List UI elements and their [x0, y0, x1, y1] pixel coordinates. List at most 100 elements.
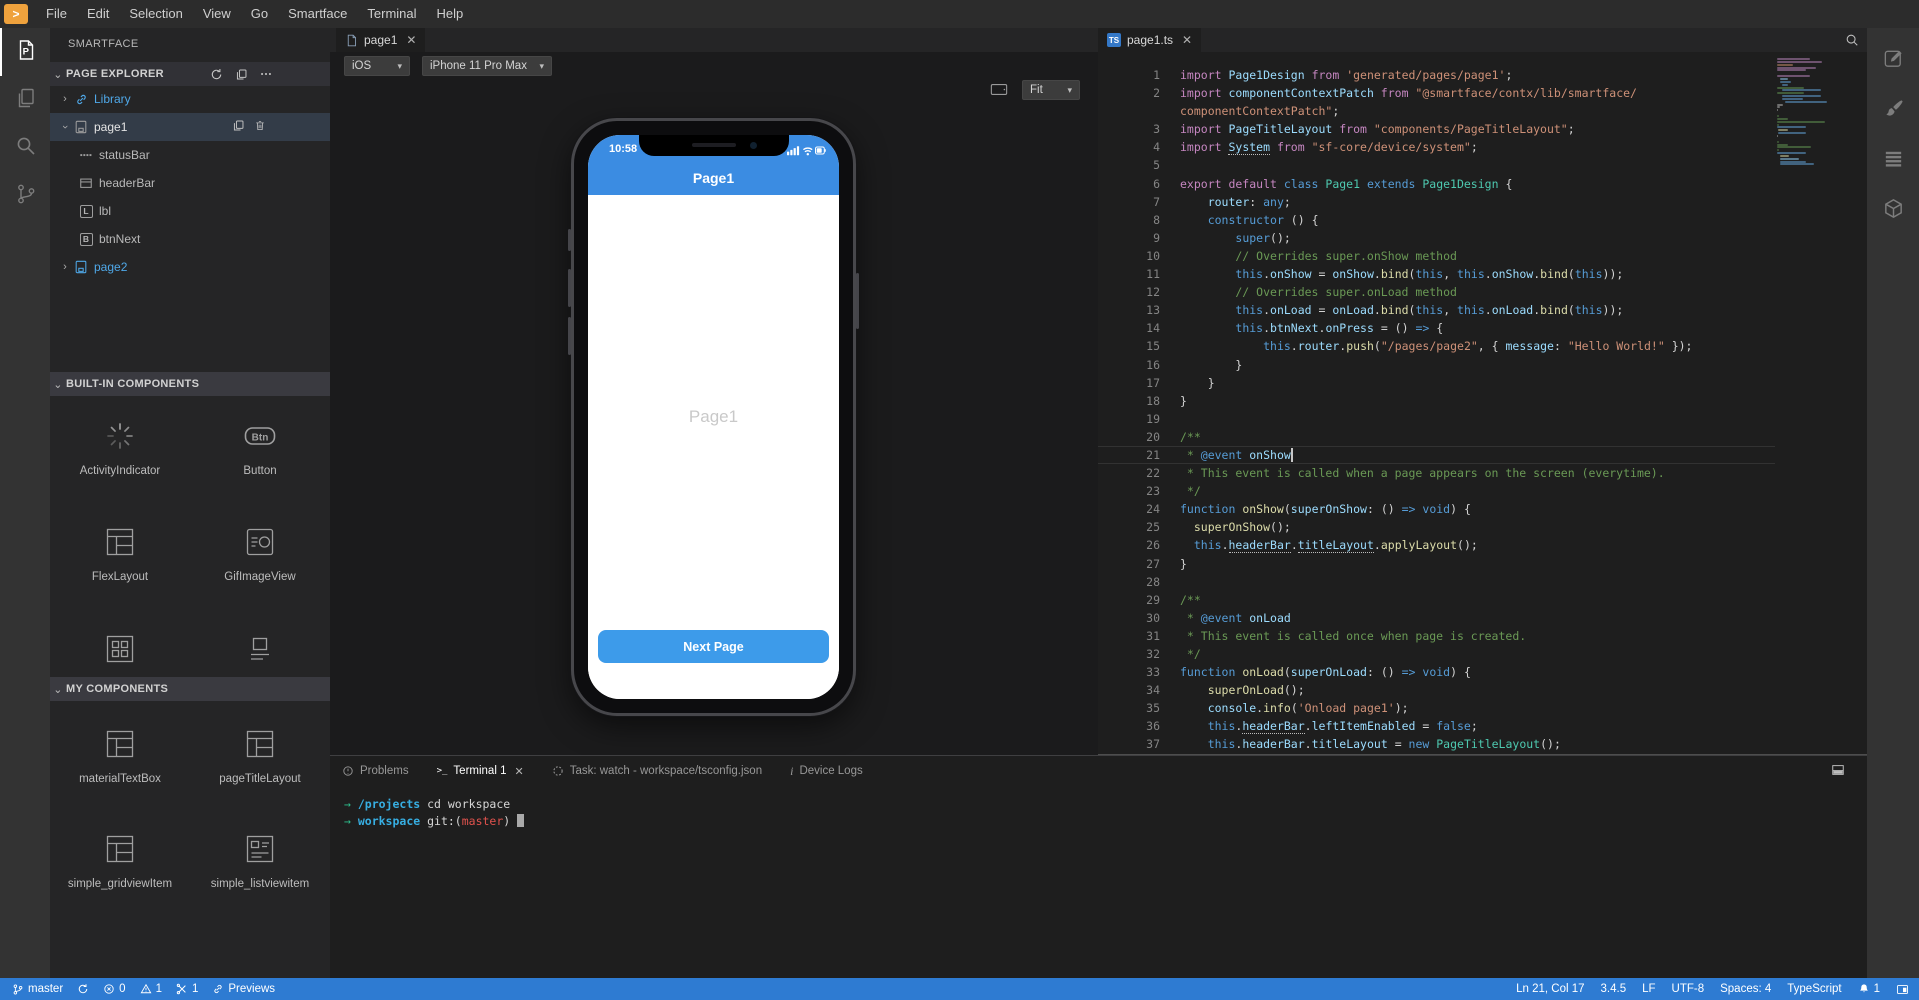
open-preview-icon[interactable] [1845, 33, 1859, 47]
page-explorer-header[interactable]: ⌄ PAGE EXPLORER [50, 62, 330, 86]
line-content: this.onShow = onShow.bind(this, this.onS… [1235, 267, 1624, 282]
component-simple_listviewitem[interactable]: simple_listviewitem [190, 832, 330, 890]
status-warnings[interactable]: 1 [140, 983, 162, 995]
duplicate-icon[interactable] [233, 66, 249, 82]
close-icon[interactable]: ✕ [1182, 33, 1192, 47]
component-pageTitleLayout[interactable]: pageTitleLayout [190, 727, 330, 785]
tree-item-Library[interactable]: › Library [50, 85, 330, 113]
panel-tab-device-logs[interactable]: i Device Logs [790, 764, 863, 779]
duplicate-icon[interactable] [232, 119, 245, 135]
menu-smartface[interactable]: Smartface [278, 0, 357, 28]
chevron-collapsed-icon[interactable]: › [58, 93, 72, 105]
status-screen-share[interactable] [1896, 983, 1909, 996]
panel-layout-icon[interactable] [1831, 763, 1845, 777]
tree-item-page2[interactable]: › page2 [50, 253, 330, 281]
menu-edit[interactable]: Edit [77, 0, 119, 28]
tab-page1[interactable]: page1 ✕ [336, 28, 426, 52]
chevron-down-icon: ▾ [397, 60, 402, 71]
activity-item-pages[interactable] [0, 76, 50, 124]
status-errors[interactable]: 0 [103, 983, 126, 995]
editor-tabstrip: TS page1.ts ✕ [1098, 28, 1867, 52]
component-materialTextBox[interactable]: materialTextBox [50, 727, 190, 785]
close-icon[interactable]: ✕ [514, 765, 523, 778]
component-grid[interactable] [50, 632, 190, 669]
component-ActivityIndicator[interactable]: ActivityIndicator [50, 419, 190, 477]
minimap-line [1777, 69, 1807, 72]
component-image[interactable] [190, 632, 330, 669]
tab-label: page1 [364, 33, 398, 47]
page-explorer-tree: › Library › page1 statusBar headerBar Llbl Bbtn… [50, 85, 330, 281]
status-previews[interactable]: Previews [212, 983, 275, 995]
minimap-line [1777, 109, 1778, 112]
menu-selection[interactable]: Selection [119, 0, 192, 28]
more-actions-icon[interactable] [258, 66, 274, 82]
activity-item-properties-list[interactable] [1867, 136, 1919, 186]
status-git-branch[interactable]: master [12, 983, 63, 996]
panel-tab-problems[interactable]: Problems [342, 765, 409, 777]
status-language[interactable]: TypeScript [1787, 983, 1841, 995]
menu-help[interactable]: Help [427, 0, 474, 28]
status-label: 0 [119, 983, 126, 995]
rotate-device-icon[interactable] [990, 83, 1008, 96]
code-area[interactable]: 1 import Page1Design from 'generated/page… [1098, 66, 1775, 751]
activity-item-design-editor[interactable] [1867, 36, 1919, 86]
tree-item-lbl[interactable]: Llbl [50, 197, 330, 225]
chevron-collapsed-icon[interactable]: › [58, 261, 72, 273]
component-simple_gridviewItem[interactable]: simple_gridviewItem [50, 832, 190, 890]
code-line-5: 5 [1098, 156, 1775, 174]
status-encoding[interactable]: UTF-8 [1672, 983, 1705, 995]
panel-tab-task-watch-workspace-tsconfig-json[interactable]: Task: watch - workspace/tsconfig.json [552, 765, 762, 777]
status-indentation[interactable]: Spaces: 4 [1720, 983, 1771, 995]
section-header-built-in-components[interactable]: ⌄ BUILT-IN COMPONENTS [50, 372, 330, 396]
menu-view[interactable]: View [193, 0, 241, 28]
tree-item-btnNext[interactable]: BbtnNext [50, 225, 330, 253]
section-header-my-components[interactable]: ⌄ MY COMPONENTS [50, 677, 330, 701]
terminal-output[interactable]: → /projects cd workspace → workspace git:… [344, 796, 525, 830]
zoom-select[interactable]: Fit ▾ [1022, 80, 1080, 100]
tree-item-page1[interactable]: › page1 [50, 113, 330, 141]
activity-item-modules-cube[interactable] [1867, 186, 1919, 236]
next-page-button[interactable]: Next Page [598, 630, 829, 663]
terminal-line: → /projects cd workspace [344, 797, 511, 811]
tab-page1-ts[interactable]: TS page1.ts ✕ [1098, 28, 1202, 52]
delete-icon[interactable] [254, 119, 266, 135]
line-number: 27 [1146, 556, 1160, 571]
component-label: materialTextBox [79, 773, 161, 785]
component-FlexLayout[interactable]: FlexLayout [50, 525, 190, 583]
volume-down-button [568, 317, 571, 355]
app-logo-icon[interactable]: > [4, 4, 28, 24]
component-GifImageView[interactable]: GifImageView [190, 525, 330, 583]
refresh-icon[interactable] [208, 66, 224, 82]
status-notifications[interactable]: 1 [1858, 983, 1880, 995]
chevron-expanded-icon[interactable]: › [59, 120, 71, 134]
activity-item-search[interactable] [0, 124, 50, 172]
code-line-12: 12 // Overrides super.onLoad method [1098, 283, 1775, 301]
component-Button[interactable]: Btn Button [190, 419, 330, 477]
device-select[interactable]: iPhone 11 Pro Max ▾ [422, 56, 552, 76]
activity-item-source-control[interactable] [0, 172, 50, 220]
status-cursor-position[interactable]: Ln 21, Col 17 [1516, 983, 1584, 995]
minimap-line [1777, 115, 1780, 117]
menu-file[interactable]: File [36, 0, 77, 28]
menu-go[interactable]: Go [241, 0, 278, 28]
tree-item-label: page2 [94, 260, 128, 274]
menu-terminal[interactable]: Terminal [357, 0, 426, 28]
lbox-icon: L [77, 204, 95, 218]
status-tasks[interactable]: 1 [176, 983, 198, 995]
tree-item-statusBar[interactable]: statusBar [50, 141, 330, 169]
panel-tab-terminal-1[interactable]: >_ Terminal 1 ✕ [437, 765, 524, 778]
activity-item-smartface-explorer[interactable]: P [0, 28, 50, 76]
page-icon [72, 120, 90, 134]
code-line-31: 31 * This event is called once when page… [1098, 627, 1775, 645]
status-sync[interactable] [77, 983, 89, 995]
tree-item-headerBar[interactable]: headerBar [50, 169, 330, 197]
close-icon[interactable]: ✕ [406, 33, 416, 47]
activity-item-theme-brush[interactable] [1867, 86, 1919, 136]
status-label: LF [1642, 983, 1656, 995]
chevron-down-icon: ▾ [539, 60, 544, 71]
os-select[interactable]: iOS ▾ [344, 56, 410, 76]
status-eol[interactable]: LF [1642, 983, 1655, 995]
code-line-13: 13 this.onLoad = onLoad.bind(this, this.… [1098, 301, 1775, 319]
minimap[interactable] [1777, 58, 1855, 188]
status-version[interactable]: 3.4.5 [1601, 983, 1627, 995]
